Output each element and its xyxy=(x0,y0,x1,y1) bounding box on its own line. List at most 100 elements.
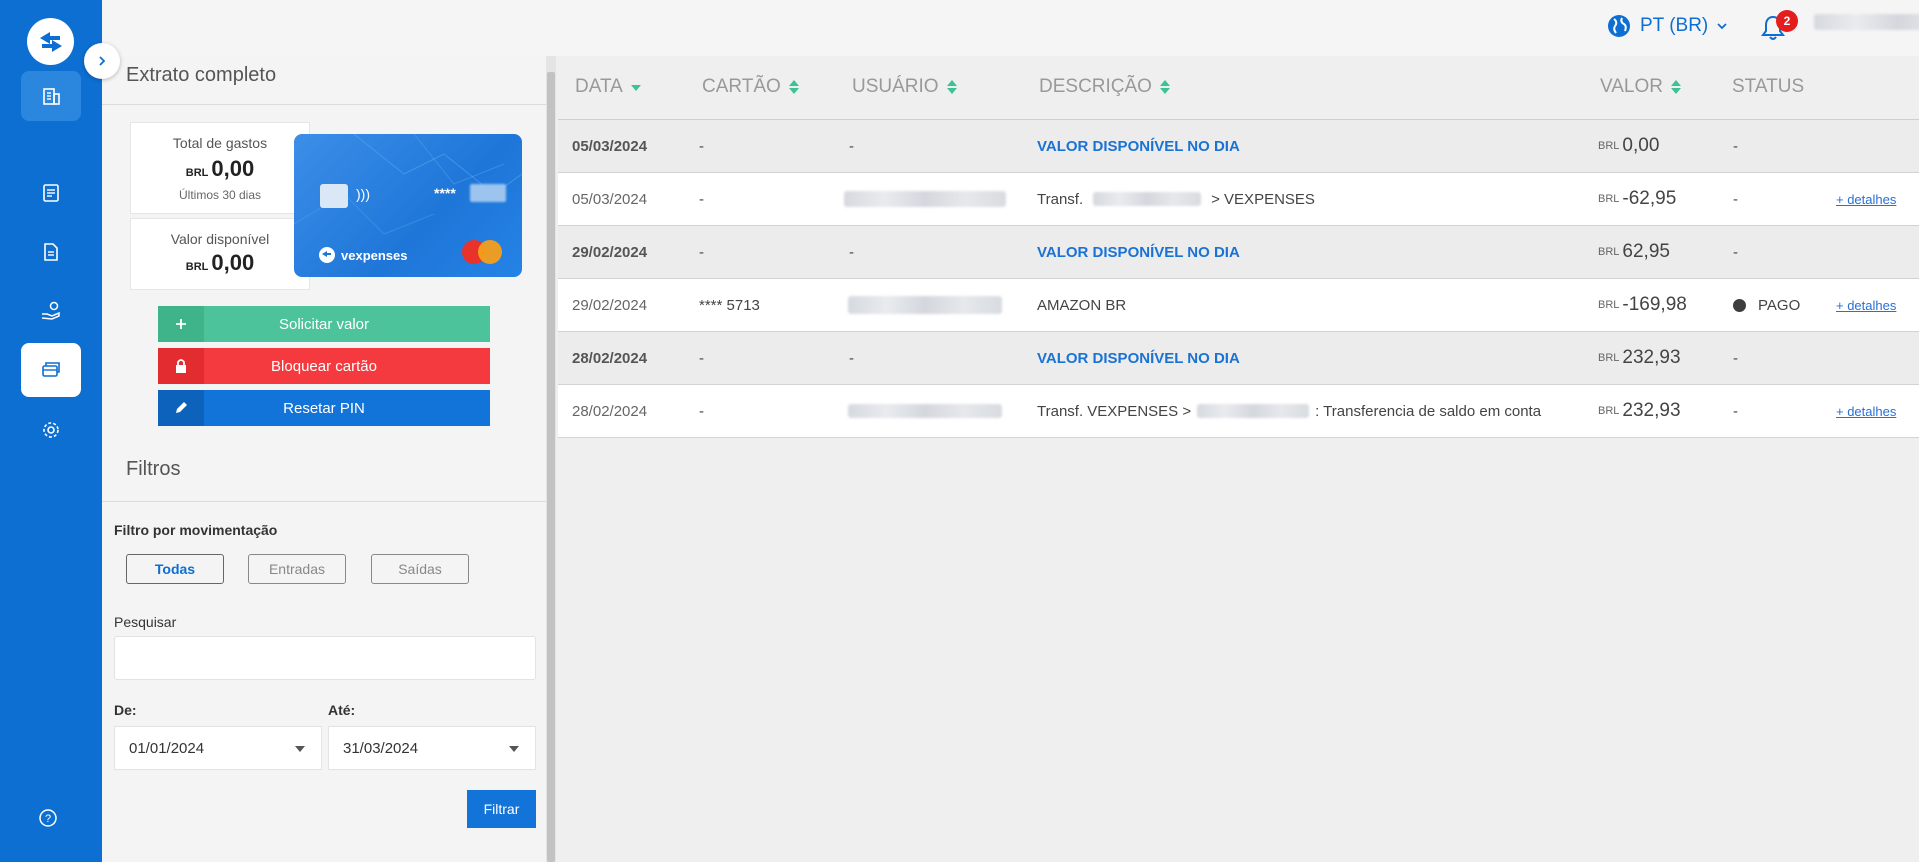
row-date: 29/02/2024 xyxy=(572,296,648,314)
table-row-transaction[interactable]: 28/02/2024 - Transf. VEXPENSES > : Trans… xyxy=(558,385,1919,438)
search-label: Pesquisar xyxy=(114,614,177,630)
available-balance-value: BRL 0,00 xyxy=(185,250,255,275)
filter-submit-button[interactable]: Filtrar xyxy=(467,790,536,828)
row-description: Transf. VEXPENSES > : Transferencia de s… xyxy=(1037,402,1542,420)
request-amount-button[interactable]: Solicitar valor xyxy=(158,306,490,342)
scrollbar-thumb[interactable] xyxy=(547,72,555,862)
question-circle-icon: ? xyxy=(39,809,57,827)
row-value: BRL 232,93 xyxy=(1598,347,1681,368)
status-dot xyxy=(1733,298,1746,312)
row-user: - xyxy=(849,349,854,367)
divider xyxy=(102,501,546,502)
sidebar-item-settings[interactable] xyxy=(21,405,81,455)
details-link[interactable]: + detalhes xyxy=(1836,279,1896,331)
row-value: BRL -62,95 xyxy=(1598,188,1677,209)
row-card: **** 5713 xyxy=(699,296,760,314)
row-card: - xyxy=(699,137,704,155)
row-status: - xyxy=(1733,243,1738,261)
table-row-daily-balance: 28/02/2024 - - VALOR DISPONÍVEL NO DIA B… xyxy=(558,332,1919,385)
statement-table: DATA CARTÃO USUÁRIO DESCRIÇÃO VALOR STAT… xyxy=(558,56,1919,438)
vexpenses-icon xyxy=(319,247,335,263)
filter-incoming-button[interactable]: Entradas xyxy=(248,554,346,584)
row-user: - xyxy=(849,137,854,155)
reset-pin-button[interactable]: Resetar PIN xyxy=(158,390,490,426)
row-card: - xyxy=(699,243,704,261)
table-row-transaction[interactable]: 05/03/2024 - Transf. > VEXPENSES BRL -62,… xyxy=(558,173,1919,226)
sidebar-item-reports[interactable] xyxy=(21,168,81,218)
divider xyxy=(102,104,546,105)
movement-filter-label: Filtro por movimentação xyxy=(114,522,278,538)
sidebar: ? xyxy=(0,0,102,862)
details-link[interactable]: + detalhes xyxy=(1836,385,1896,437)
row-card: - xyxy=(699,190,704,208)
user-redacted xyxy=(848,404,1002,418)
chevron-down-icon xyxy=(1717,23,1727,30)
help-button[interactable]: ? xyxy=(38,808,58,833)
card-chip xyxy=(320,184,348,208)
column-date[interactable]: DATA xyxy=(575,76,641,98)
row-status: PAGO xyxy=(1733,279,1800,331)
row-value: BRL -169,98 xyxy=(1598,294,1687,315)
svg-text:?: ? xyxy=(45,813,51,825)
contactless-icon: ))) xyxy=(356,186,370,202)
total-spent-period: Últimos 30 dias xyxy=(178,188,262,202)
date-to-select[interactable]: 31/03/2024 xyxy=(328,726,536,770)
sort-desc-icon xyxy=(630,85,641,91)
card-number-redacted xyxy=(470,184,506,202)
date-from-select[interactable]: 01/01/2024 xyxy=(114,726,322,770)
sort-icon xyxy=(1671,80,1682,94)
gear-icon xyxy=(43,422,59,438)
total-spent-value: BRL 0,00 xyxy=(185,156,255,181)
row-status: - xyxy=(1733,190,1738,208)
cards-icon xyxy=(42,362,60,377)
table-row-daily-balance: 29/02/2024 - - VALOR DISPONÍVEL NO DIA B… xyxy=(558,226,1919,279)
sidebar-item-company[interactable] xyxy=(21,71,81,121)
sidebar-item-cards[interactable] xyxy=(21,343,81,397)
column-value[interactable]: VALOR xyxy=(1600,76,1682,98)
row-card: - xyxy=(699,349,704,367)
notifications-button[interactable]: 2 xyxy=(1760,10,1798,42)
total-spent-label: Total de gastos xyxy=(172,135,268,151)
logo-icon xyxy=(39,31,62,52)
panel-scrollbar[interactable] xyxy=(546,56,556,862)
row-date: 05/03/2024 xyxy=(572,190,648,208)
column-user[interactable]: USUÁRIO xyxy=(852,76,957,98)
filter-outgoing-button[interactable]: Saídas xyxy=(371,554,469,584)
row-description: VALOR DISPONÍVEL NO DIA xyxy=(1037,243,1240,261)
block-card-button[interactable]: Bloquear cartão xyxy=(158,348,490,384)
pencil-icon xyxy=(158,390,204,426)
mastercard-icon xyxy=(462,240,506,264)
row-value: BRL 0,00 xyxy=(1598,135,1660,156)
search-input[interactable] xyxy=(114,636,536,680)
table-row-transaction[interactable]: 29/02/2024 **** 5713 AMAZON BR BRL -169,9… xyxy=(558,279,1919,332)
column-card[interactable]: CARTÃO xyxy=(702,76,799,98)
total-spent-box: Total de gastos BRL 0,00 Últimos 30 dias xyxy=(130,122,310,214)
row-description: VALOR DISPONÍVEL NO DIA xyxy=(1037,349,1240,367)
row-date: 28/02/2024 xyxy=(572,349,648,367)
vexpenses-logo[interactable] xyxy=(27,18,74,65)
card-brand: vexpenses xyxy=(318,246,408,264)
sidebar-toggle-button[interactable] xyxy=(84,43,120,79)
details-link[interactable]: + detalhes xyxy=(1836,173,1896,225)
sort-icon xyxy=(1159,80,1170,94)
user-menu[interactable] xyxy=(1814,14,1919,30)
user-redacted xyxy=(848,296,1002,314)
user-name-redacted xyxy=(1814,14,1919,30)
filter-all-button[interactable]: Todas xyxy=(126,554,224,584)
panel-title: Extrato completo xyxy=(126,64,277,86)
reset-pin-label: Resetar PIN xyxy=(283,399,365,417)
document-icon xyxy=(44,243,58,261)
sidebar-item-documents[interactable] xyxy=(21,227,81,277)
language-selector[interactable]: PT (BR) xyxy=(1606,12,1728,40)
table-row-daily-balance: 05/03/2024 - - VALOR DISPONÍVEL NO DIA B… xyxy=(558,120,1919,173)
row-card: - xyxy=(699,402,704,420)
date-to-label: Até: xyxy=(328,702,356,718)
request-amount-label: Solicitar valor xyxy=(278,315,370,333)
corporate-card[interactable]: ))) **** vexpenses xyxy=(294,134,522,277)
row-date: 29/02/2024 xyxy=(572,243,648,261)
column-description[interactable]: DESCRIÇÃO xyxy=(1039,76,1170,98)
chevron-right-icon xyxy=(99,56,106,66)
available-balance-box: Valor disponível BRL 0,00 xyxy=(130,218,310,290)
sidebar-item-reimbursement[interactable] xyxy=(21,286,81,336)
statement-panel: Extrato completo Total de gastos BRL 0,00… xyxy=(102,56,546,862)
